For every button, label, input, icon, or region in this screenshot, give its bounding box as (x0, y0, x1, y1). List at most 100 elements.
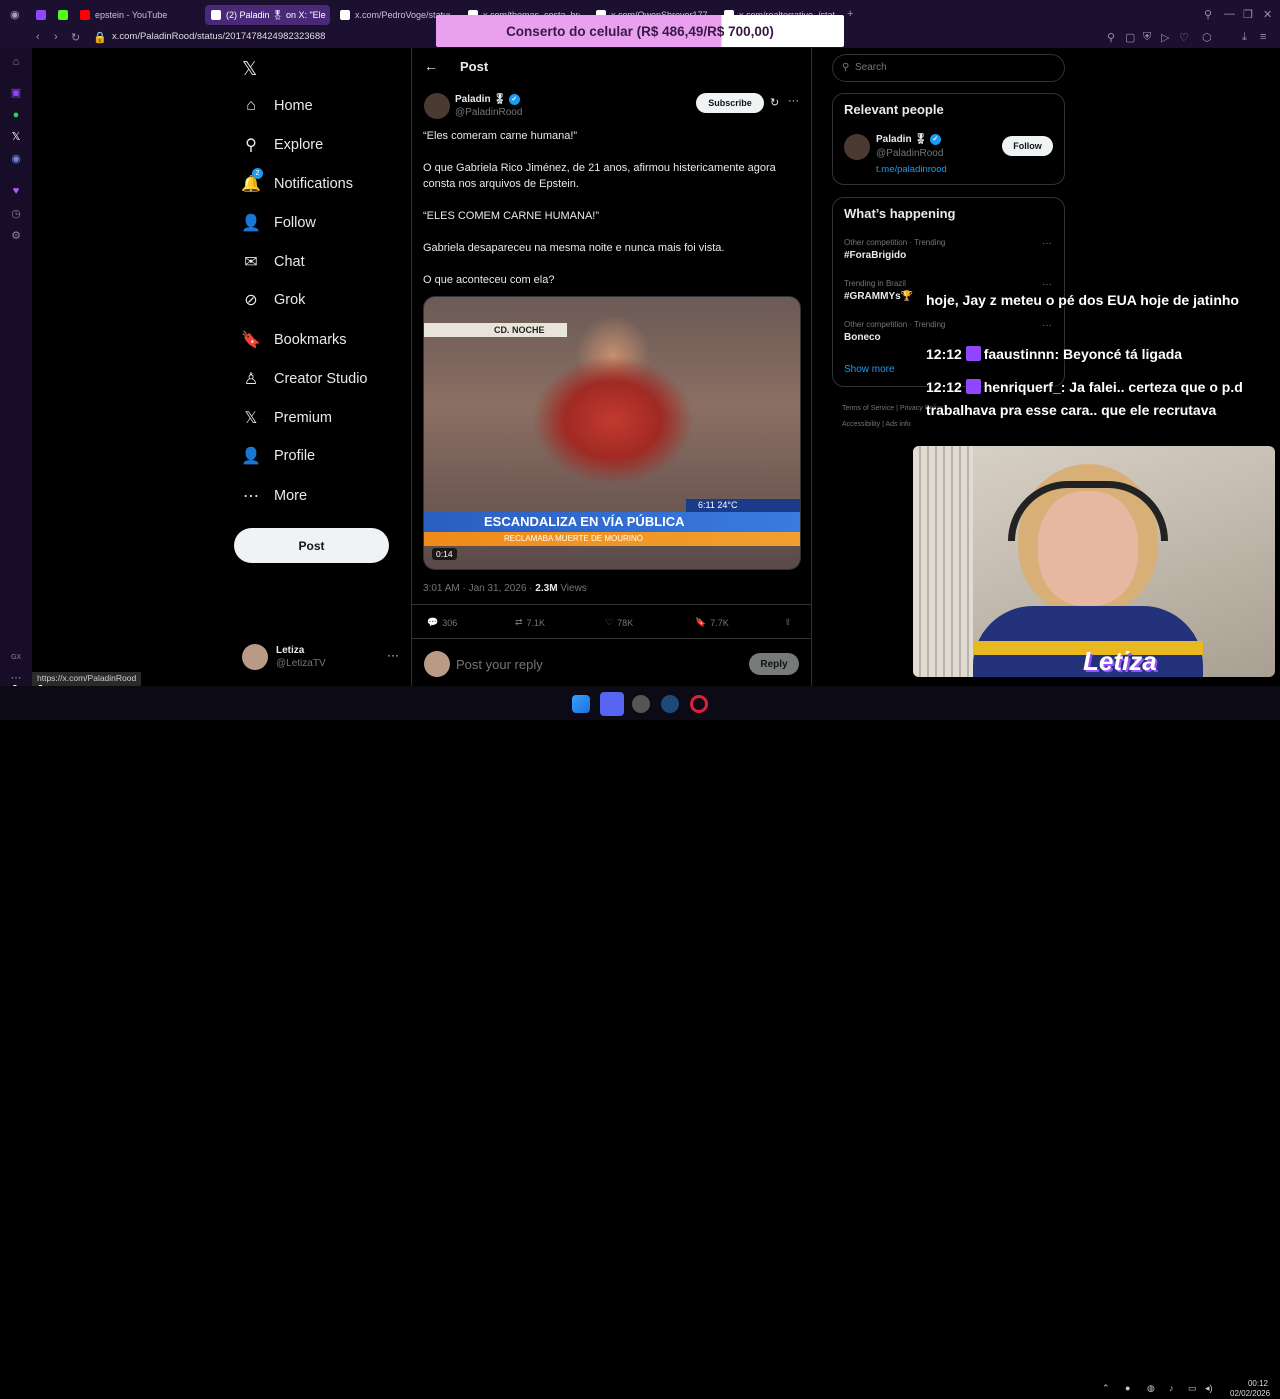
post-button[interactable]: Post (234, 528, 389, 563)
discord-icon[interactable] (600, 692, 624, 716)
chat-message: 12:12 faaustinnn: Beyoncé tá ligada (926, 346, 1183, 362)
heart-icon[interactable]: ♥ (10, 185, 22, 197)
nav-item-creator-studio[interactable]: ♙ Creator Studio (242, 365, 368, 393)
column-divider-right (811, 48, 812, 686)
snapshot-icon[interactable]: ▢ (1125, 31, 1135, 44)
tray-app-icon[interactable]: ◍ (1147, 1383, 1155, 1394)
share-icon: ⇪ (784, 617, 792, 627)
search-tabs-icon[interactable]: ⚲ (1204, 8, 1212, 21)
grok-explain-icon[interactable]: ↻ (770, 96, 779, 109)
search-input[interactable]: ⚲ Search (832, 54, 1065, 82)
nav-label: Creator Studio (274, 371, 368, 387)
nav-item-follow[interactable]: 👤 Follow (241, 209, 316, 237)
monitor-icon[interactable]: ▭ (1188, 1383, 1197, 1394)
nav-item-bookmarks[interactable]: 🔖 Bookmarks (241, 326, 346, 354)
start-icon[interactable] (572, 695, 590, 713)
video-player[interactable]: CD. NOCHE 6:11 24°C ESCANDALIZA EN VÍA P… (423, 296, 801, 570)
history-icon[interactable]: ◷ (10, 208, 22, 220)
tray-chevron-icon[interactable]: ⌃ (1102, 1383, 1110, 1394)
footer-link[interactable]: Accessibility (842, 421, 880, 428)
nav-item-notifications[interactable]: 🔔 2 Notifications (241, 168, 353, 198)
tab-x-post-active[interactable]: (2) Paladin 🎖 on X: "Ele (205, 5, 330, 25)
more-dots-icon[interactable]: ··· (1042, 320, 1052, 331)
author-handle[interactable]: @PaladinRood (455, 107, 522, 118)
repost-action[interactable]: ⇄ 7.1K (515, 617, 545, 628)
close-icon[interactable]: ✕ (1263, 8, 1272, 21)
volume-icon[interactable]: ◂) (1205, 1383, 1213, 1394)
card-title: Relevant people (844, 102, 944, 117)
avatar[interactable] (844, 134, 870, 160)
reply-button[interactable]: Reply (749, 653, 799, 675)
extensions-icon[interactable]: ⬡ (1202, 31, 1212, 44)
back-arrow-icon[interactable]: ← (424, 58, 438, 74)
footer-link[interactable]: Terms of Service (842, 405, 894, 412)
reload-icon[interactable]: ↻ (71, 31, 80, 44)
system-clock[interactable]: 00:12 02/02/2026 (1230, 1379, 1270, 1399)
person-name[interactable]: Paladin 🎖 ✓ (876, 134, 941, 145)
flow-icon[interactable]: ▷ (1161, 31, 1169, 44)
opera-menu-icon[interactable]: ◉ (10, 8, 20, 21)
forward-icon[interactable]: › (54, 31, 58, 43)
x-logo-icon (211, 10, 221, 20)
subscribe-button[interactable]: Subscribe (696, 93, 764, 113)
nav-label: Follow (274, 215, 316, 231)
like-action[interactable]: ♡ 78K (605, 617, 633, 628)
person-link[interactable]: t.me/paladinrood (876, 164, 947, 175)
heart-icon[interactable]: ♡ (1179, 31, 1189, 44)
author-name[interactable]: Paladin 🎖 ✓ (455, 94, 520, 105)
tab-pinned-twitch[interactable] (36, 5, 46, 25)
tab-pinned-kick[interactable] (58, 5, 68, 25)
menu-icon[interactable]: ≡ (1260, 31, 1266, 43)
verified-badge-icon: ✓ (508, 94, 520, 105)
back-icon[interactable]: ‹ (36, 31, 40, 43)
reply-input[interactable]: Post your reply (456, 657, 543, 672)
divider (412, 638, 811, 639)
author-avatar[interactable] (424, 93, 450, 119)
url-field[interactable]: x.com/PaladinRood/status/201747842498232… (112, 31, 325, 42)
settings-icon[interactable]: ⚙ (10, 230, 22, 242)
tab-youtube[interactable]: epstein - YouTube (80, 5, 195, 25)
pin-icon[interactable]: ⚲ (1107, 31, 1115, 44)
trend-item[interactable]: Other competition · Trending #ForaBrigid… (844, 238, 1054, 261)
nav-item-explore[interactable]: ⚲ Explore (242, 131, 323, 159)
tweet-paragraph: O que Gabriela Rico Jiménez, de 21 anos,… (423, 162, 776, 190)
nav-item-more[interactable]: ⋯ More (242, 482, 307, 510)
maximize-icon[interactable]: ❐ (1243, 8, 1253, 21)
more-dots-icon[interactable]: ··· (788, 95, 799, 107)
whatsapp-icon[interactable]: ● (10, 109, 22, 121)
profile-icon: 👤 (241, 448, 261, 465)
reply-action[interactable]: 💬 306 (427, 617, 457, 628)
more-dots-icon[interactable]: ··· (1042, 238, 1052, 249)
download-icon[interactable]: ⤓ (1242, 31, 1247, 44)
new-tab-icon[interactable]: + (847, 8, 853, 20)
x-logo-icon[interactable]: 𝕏 (10, 131, 22, 143)
obs-icon[interactable] (632, 695, 650, 713)
x-logo-icon: 𝕏 (244, 410, 258, 427)
repost-icon: ⇄ (515, 617, 523, 627)
nav-item-home[interactable]: ⌂ Home (242, 92, 313, 120)
nav-item-chat[interactable]: ✉ Chat (242, 248, 304, 276)
steam-icon[interactable] (661, 695, 679, 713)
nav-item-premium[interactable]: 𝕏 Premium (242, 404, 332, 432)
minimize-icon[interactable]: — (1224, 8, 1235, 20)
show-more-link[interactable]: Show more (844, 364, 895, 375)
discord-icon[interactable]: ◉ (10, 153, 22, 165)
shield-icon[interactable]: ⛨ (1143, 31, 1151, 44)
opera-gx-icon[interactable] (690, 695, 708, 713)
footer-link[interactable]: Ads info (885, 421, 910, 428)
home-icon[interactable]: ⌂ (10, 56, 22, 68)
tray-app-icon[interactable]: ● (1125, 1383, 1130, 1393)
account-switcher[interactable]: Letiza @LetizaTV ··· (242, 642, 407, 674)
twitch-icon[interactable]: ▣ (10, 87, 22, 99)
x-logo-icon[interactable]: 𝕏 (242, 58, 257, 81)
tweet-paragraph: O que aconteceu com ela? (423, 274, 555, 286)
trend-item[interactable]: Other competition · Trending Boneco ··· (844, 320, 1054, 343)
bookmark-action[interactable]: 🔖 7.7K (695, 617, 729, 628)
nav-item-grok[interactable]: ⊘ Grok (242, 286, 305, 314)
follow-button[interactable]: Follow (1002, 136, 1053, 156)
more-dots-icon[interactable]: ··· (387, 648, 399, 662)
share-action[interactable]: ⇪ (784, 617, 792, 628)
tab-x-pedrovoge[interactable]: x.com/PedroVoge/status (340, 5, 450, 25)
microphone-icon[interactable]: ♪ (1169, 1383, 1174, 1393)
nav-item-profile[interactable]: 👤 Profile (241, 442, 315, 470)
